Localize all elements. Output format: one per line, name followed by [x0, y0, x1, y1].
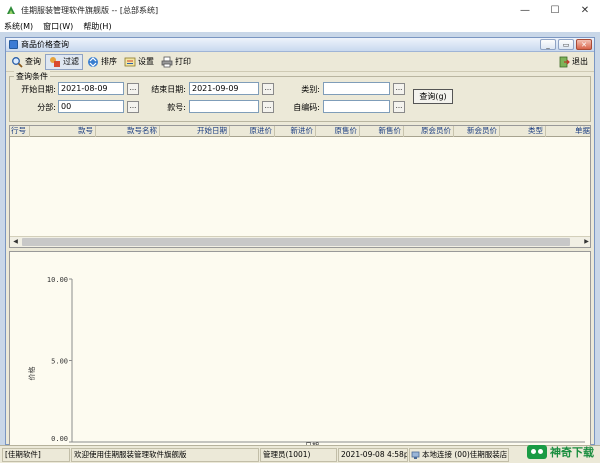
- column-header-new-cost[interactable]: 新进价: [275, 126, 316, 137]
- menu-system[interactable]: 系统(M): [4, 21, 33, 32]
- horizontal-scrollbar[interactable]: ◀ ▶: [10, 236, 590, 247]
- minimize-button[interactable]: —: [510, 0, 540, 20]
- end-date-input[interactable]: 2021-09-09: [189, 82, 259, 95]
- title-bar: 佳期服装管理软件旗舰版 -- [总部系统] — ☐ ✕: [0, 0, 600, 20]
- exit-door-icon: [559, 56, 570, 67]
- exit-tool-button[interactable]: 退出: [555, 54, 591, 70]
- filter-tool-label: 过滤: [63, 57, 79, 66]
- category-picker-button[interactable]: ...: [393, 83, 405, 95]
- scroll-left-icon[interactable]: ◀: [10, 237, 21, 247]
- column-header-start-date[interactable]: 开始日期: [160, 126, 230, 137]
- form-icon: [9, 40, 18, 49]
- print-tool-button[interactable]: 打印: [158, 54, 194, 70]
- settings-tool-label: 设置: [138, 57, 154, 66]
- status-welcome: 欢迎使用佳期服装管理软件旗舰版: [71, 448, 259, 462]
- child-window-title: 商品价格查询: [21, 40, 69, 49]
- status-operator: 管理员(1001): [260, 448, 337, 462]
- child-title-bar: 商品价格查询 _ ▭ ✕: [6, 38, 594, 52]
- watermark-logo-icon: [527, 445, 547, 459]
- menu-window[interactable]: 窗口(W): [43, 21, 73, 32]
- filter-tool-button[interactable]: 过滤: [45, 53, 83, 70]
- status-connection: 本地连接 (00)佳期服装店: [409, 448, 509, 462]
- query-conditions-caption: 查询条件: [14, 71, 50, 82]
- end-date-label: 结束日期:: [151, 85, 186, 94]
- column-header-old-price[interactable]: 原售价: [316, 126, 360, 137]
- print-tool-label: 打印: [175, 57, 191, 66]
- close-button[interactable]: ✕: [570, 0, 600, 20]
- style-no-input[interactable]: [189, 100, 259, 113]
- query-tool-button[interactable]: 查询: [8, 54, 44, 70]
- printer-icon: [161, 56, 173, 67]
- branch-label: 分部:: [37, 103, 56, 112]
- price-grid[interactable]: 行号 款号 款号名称 开始日期 原进价 新进价 原售价 新售价 原会员价 新会员…: [9, 125, 591, 248]
- column-header-style-no[interactable]: 款号: [30, 126, 96, 137]
- watermark-logo: 神奇下载: [527, 444, 594, 460]
- self-code-picker-button[interactable]: ...: [393, 101, 405, 113]
- scroll-thumb[interactable]: [22, 238, 570, 246]
- child-minimize-button[interactable]: _: [540, 39, 556, 50]
- scroll-right-icon[interactable]: ▶: [581, 237, 590, 247]
- self-code-label: 自编码:: [293, 103, 320, 112]
- status-app: [佳期软件]: [2, 448, 70, 462]
- child-restore-button[interactable]: ▭: [558, 39, 574, 50]
- filter-icon: [50, 56, 60, 67]
- price-chart: 10.005.000.00 价格 日期: [9, 251, 591, 446]
- y-axis-label: 价格: [27, 367, 36, 381]
- toolbar: 查询 过滤 排序 设置 打印 退出: [6, 52, 594, 72]
- window-title: 佳期服装管理软件旗舰版 -- [总部系统]: [21, 5, 159, 15]
- y-tick-group: 10.00 5.00 0.00: [47, 276, 72, 443]
- branch-input[interactable]: 00: [58, 100, 124, 113]
- column-header-style-name[interactable]: 款号名称: [96, 126, 160, 137]
- self-code-input[interactable]: [323, 100, 390, 113]
- maximize-button[interactable]: ☐: [540, 0, 570, 20]
- column-header-new-member-price[interactable]: 新会员价: [454, 126, 500, 137]
- start-date-input[interactable]: 2021-08-09: [58, 82, 124, 95]
- query-tool-label: 查询: [25, 57, 41, 66]
- magnifier-icon: [12, 56, 23, 68]
- menu-help[interactable]: 帮助(H): [83, 21, 111, 32]
- y-tick-label: 10.00: [47, 276, 68, 284]
- status-datetime: 2021-09-08 4:58pm: [338, 448, 408, 462]
- grid-body[interactable]: [10, 137, 590, 237]
- column-header-type[interactable]: 类型: [500, 126, 546, 137]
- y-tick-label: 5.00: [51, 358, 68, 366]
- settings-icon: [124, 57, 136, 66]
- network-icon: [411, 451, 420, 459]
- category-input[interactable]: [323, 82, 390, 95]
- sort-tool-label: 排序: [101, 57, 117, 66]
- app-icon: [7, 6, 15, 14]
- query-button[interactable]: 查询(g): [413, 89, 453, 104]
- column-header-new-price[interactable]: 新售价: [360, 126, 404, 137]
- column-header-old-member-price[interactable]: 原会员价: [404, 126, 454, 137]
- sort-tool-button[interactable]: 排序: [84, 54, 120, 70]
- menu-bar: 系统(M) 窗口(W) 帮助(H): [0, 20, 600, 32]
- column-header-document[interactable]: 单据: [546, 126, 590, 137]
- query-conditions-group: 查询条件 开始日期: 2021-08-09 ... 结束日期: 2021-09-…: [9, 71, 591, 122]
- style-no-label: 款号:: [167, 103, 186, 112]
- price-query-window: 商品价格查询 _ ▭ ✕ 查询 过滤 排序 设置 打印 退出 查询条件 开始日期…: [5, 37, 595, 446]
- grid-header: 行号 款号 款号名称 开始日期 原进价 新进价 原售价 新售价 原会员价 新会员…: [10, 126, 590, 137]
- settings-tool-button[interactable]: 设置: [121, 54, 157, 70]
- watermark-text: 神奇下载: [550, 446, 594, 459]
- status-bar: [佳期软件] 欢迎使用佳期服装管理软件旗舰版 管理员(1001) 2021-09…: [0, 445, 600, 463]
- sort-icon: [88, 56, 98, 67]
- column-header-row-no[interactable]: 行号: [10, 126, 30, 137]
- child-close-button[interactable]: ✕: [576, 39, 592, 50]
- exit-tool-label: 退出: [572, 57, 588, 66]
- start-date-label: 开始日期:: [21, 85, 56, 94]
- column-header-old-cost[interactable]: 原进价: [230, 126, 275, 137]
- price-chart-svg: 10.005.000.00 价格 日期: [27, 276, 585, 445]
- category-label: 类别:: [301, 85, 320, 94]
- status-connection-text: 本地连接 (00)佳期服装店: [422, 450, 508, 459]
- y-tick-label: 0.00: [51, 435, 68, 443]
